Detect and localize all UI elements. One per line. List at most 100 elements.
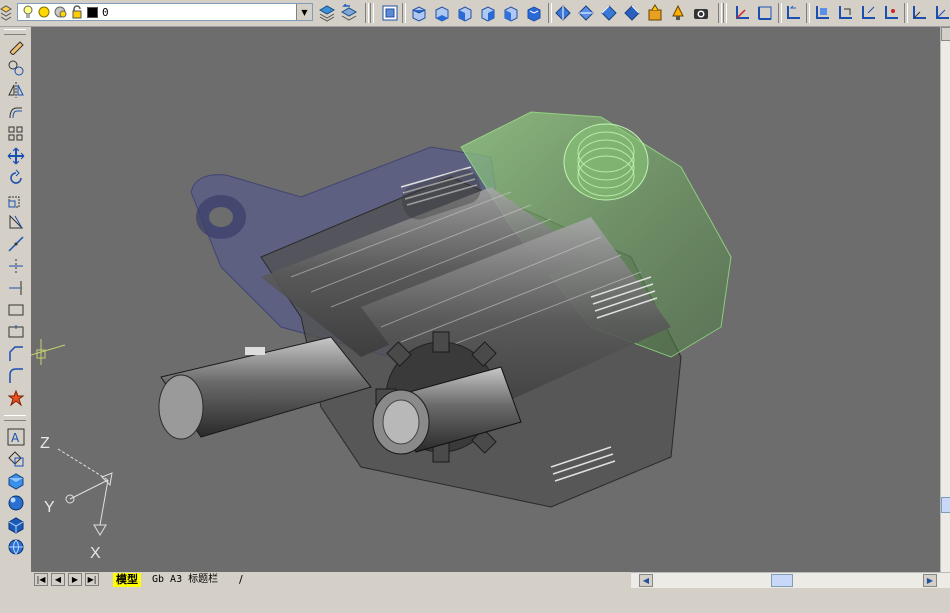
render-lights-icon[interactable] bbox=[646, 4, 664, 22]
toolbar-separator bbox=[723, 3, 727, 23]
sphere-icon[interactable] bbox=[7, 494, 25, 512]
nw-isometric-icon[interactable] bbox=[623, 4, 641, 22]
ucs-world-icon[interactable] bbox=[756, 4, 774, 22]
array-icon[interactable] bbox=[7, 125, 25, 143]
sw-isometric-icon[interactable] bbox=[554, 4, 572, 22]
globe-icon[interactable] bbox=[7, 538, 25, 556]
toolbar-separator bbox=[402, 3, 406, 23]
horizontal-scroll-thumb[interactable] bbox=[771, 574, 793, 587]
toolbar-separator bbox=[548, 3, 552, 23]
extend-icon[interactable] bbox=[7, 279, 25, 297]
se-isometric-icon[interactable] bbox=[577, 4, 595, 22]
break-icon[interactable] bbox=[7, 301, 25, 319]
back-view-icon[interactable] bbox=[525, 4, 543, 22]
x-axis-label: X bbox=[90, 545, 101, 562]
scroll-left-icon: ◀ bbox=[642, 576, 650, 585]
model-viewport[interactable]: Z Y X bbox=[31, 27, 940, 572]
tab-separator: / bbox=[239, 573, 243, 586]
lengthen-icon[interactable] bbox=[7, 235, 25, 253]
first-icon: |◀ bbox=[36, 575, 46, 584]
last-tab-button[interactable]: ▶| bbox=[85, 573, 99, 586]
make-layer-current-icon[interactable] bbox=[318, 4, 336, 22]
sun-icon[interactable] bbox=[37, 5, 51, 22]
object-ucs-icon[interactable] bbox=[836, 4, 854, 22]
layers-toolbar: 0 ▼ bbox=[0, 0, 950, 27]
text-icon[interactable]: A bbox=[7, 428, 25, 446]
y-axis-label: Y bbox=[44, 499, 55, 516]
face-ucs-icon[interactable] bbox=[813, 4, 831, 22]
scale-icon[interactable] bbox=[7, 191, 25, 209]
3point-ucs-icon[interactable] bbox=[933, 4, 950, 22]
break-at-point-icon[interactable] bbox=[7, 323, 25, 341]
copy-icon[interactable] bbox=[7, 59, 25, 77]
tab-model[interactable]: 模型 bbox=[113, 573, 141, 587]
vertical-scroll-thumb[interactable] bbox=[941, 497, 950, 513]
view-ucs-icon[interactable] bbox=[859, 4, 877, 22]
scroll-right-button[interactable]: ▶ bbox=[923, 574, 937, 587]
scroll-up-button[interactable] bbox=[941, 27, 950, 41]
move-icon[interactable] bbox=[7, 147, 25, 165]
layer-color-swatch[interactable] bbox=[87, 7, 98, 18]
freeze-viewport-icon[interactable] bbox=[53, 5, 67, 22]
lock-icon[interactable] bbox=[70, 5, 84, 22]
stretch-icon[interactable] bbox=[7, 213, 25, 231]
crosshair-cursor-icon bbox=[31, 335, 71, 368]
shapes-icon[interactable] bbox=[7, 450, 25, 468]
named-views-icon[interactable] bbox=[381, 4, 399, 22]
top-view-icon[interactable] bbox=[410, 4, 428, 22]
current-layer-name: 0 bbox=[102, 6, 109, 19]
oil-pump-3d-model bbox=[158, 111, 732, 508]
camera-icon[interactable] bbox=[692, 4, 710, 22]
layer-manager-icon[interactable] bbox=[0, 5, 12, 23]
left-view-icon[interactable] bbox=[456, 4, 474, 22]
vertical-scrollbar[interactable] bbox=[940, 27, 950, 572]
next-icon: ▶ bbox=[71, 575, 79, 584]
right-view-icon[interactable] bbox=[479, 4, 497, 22]
toolbar-separator bbox=[370, 3, 374, 23]
chamfer-icon[interactable] bbox=[7, 345, 25, 363]
svg-text:A: A bbox=[11, 431, 20, 445]
modify-toolbar: A bbox=[0, 27, 32, 572]
layer-dropdown-button[interactable]: ▼ bbox=[296, 4, 312, 20]
erase-icon[interactable] bbox=[7, 37, 25, 56]
layer-previous-icon[interactable] bbox=[340, 3, 358, 22]
toolbar-separator bbox=[806, 3, 810, 23]
prev-tab-button[interactable]: ◀ bbox=[51, 573, 65, 586]
lightbulb-icon[interactable] bbox=[22, 5, 34, 22]
explode-icon[interactable] bbox=[7, 389, 25, 407]
ucs-icon[interactable] bbox=[733, 4, 751, 22]
tab-layout-a3[interactable]: Gb A3 标题栏 bbox=[149, 573, 221, 587]
trim-icon[interactable] bbox=[7, 257, 25, 275]
command-line-area bbox=[0, 588, 950, 613]
mirror-icon[interactable] bbox=[7, 81, 25, 99]
front-view-icon[interactable] bbox=[502, 4, 520, 22]
zaxis-ucs-icon[interactable] bbox=[910, 4, 928, 22]
horizontal-scrollbar[interactable]: ◀ ▶ bbox=[631, 572, 950, 589]
prev-icon: ◀ bbox=[54, 575, 62, 584]
ne-isometric-icon[interactable] bbox=[600, 4, 618, 22]
scroll-left-button[interactable]: ◀ bbox=[639, 574, 653, 587]
toolbar-separator bbox=[904, 3, 908, 23]
cube-icon[interactable] bbox=[7, 516, 25, 534]
ucs-previous-icon[interactable] bbox=[784, 4, 802, 22]
chevron-down-icon: ▼ bbox=[301, 7, 308, 17]
box-solid-icon[interactable] bbox=[7, 472, 25, 490]
toolbar-grip[interactable] bbox=[4, 415, 26, 421]
bottom-view-icon[interactable] bbox=[433, 4, 451, 22]
origin-ucs-icon[interactable] bbox=[882, 4, 900, 22]
next-tab-button[interactable]: ▶ bbox=[68, 573, 82, 586]
toolbar-separator bbox=[778, 3, 782, 23]
render-lamp-icon[interactable] bbox=[669, 4, 687, 22]
scroll-right-icon: ▶ bbox=[926, 576, 934, 585]
toolbar-separator bbox=[718, 3, 722, 23]
offset-icon[interactable] bbox=[7, 103, 25, 121]
first-tab-button[interactable]: |◀ bbox=[34, 573, 48, 586]
fillet-icon[interactable] bbox=[7, 367, 25, 385]
layout-tabs-bar: |◀ ◀ ▶ ▶| 模型 Gb A3 标题栏 / bbox=[31, 572, 631, 588]
toolbar-grip[interactable] bbox=[4, 29, 26, 35]
toolbar-separator bbox=[365, 3, 369, 23]
layer-combo[interactable]: 0 ▼ bbox=[17, 3, 313, 21]
last-icon: ▶| bbox=[87, 575, 97, 584]
z-axis-label: Z bbox=[40, 435, 50, 452]
rotate-icon[interactable] bbox=[7, 169, 25, 187]
